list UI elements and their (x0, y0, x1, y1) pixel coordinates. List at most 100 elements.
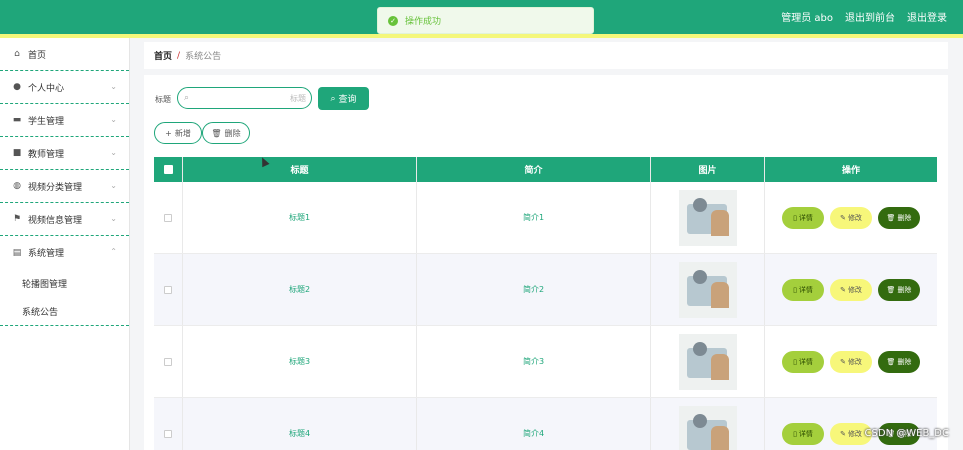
chevron-up-icon: ⌃ (110, 247, 117, 256)
chevron-down-icon: ⌄ (110, 115, 117, 124)
search-icon: ⌕ (184, 93, 190, 103)
detail-button[interactable]: ▯ 详情 (782, 278, 824, 301)
row-checkbox[interactable] (154, 182, 183, 253)
table-header: 标题 简介 图片 操作 (154, 157, 937, 182)
sidebar-item-video-category[interactable]: ◍ 视频分类管理 ⌄ (0, 170, 129, 203)
delete-label: 删除 (897, 357, 912, 366)
row-image[interactable] (678, 405, 737, 450)
row-checkbox[interactable] (154, 326, 183, 397)
document-icon: ▯ (793, 213, 797, 222)
sidebar-subitem-carousel[interactable]: 轮播图管理 (0, 269, 129, 297)
sidebar: ⌂ 首页 ● 个人中心 ⌄ ▬ 学生管理 ⌄ ■ 教师管理 ⌄ ◍ 视频分类管理… (0, 38, 130, 450)
sidebar-item-label: 个人中心 (28, 83, 65, 94)
system-submenu: 轮播图管理 系统公告 (0, 269, 129, 326)
announcement-table: 标题 简介 图片 操作 标题1 简介1 ▯ 详情 ✎ 修改 🗑 删除 标题2 简介2 (154, 157, 937, 450)
edit-label: 修改 (847, 285, 862, 294)
delete-label: 删除 (897, 213, 912, 222)
trash-icon: 🗑 (886, 357, 896, 366)
edit-label: 修改 (847, 357, 862, 366)
breadcrumb: 首页 / 系统公告 (144, 42, 948, 69)
table-row: 标题1 简介1 ▯ 详情 ✎ 修改 🗑 删除 (154, 182, 937, 254)
logout-link[interactable]: 退出登录 (907, 9, 947, 24)
row-title: 标题1 (288, 213, 311, 222)
row-intro: 简介3 (522, 357, 545, 366)
batch-delete-button[interactable]: 🗑 删除 (202, 122, 250, 144)
row-intro: 简介1 (522, 213, 545, 222)
chevron-down-icon: ⌄ (110, 214, 117, 223)
mic-icon: ◍ (13, 181, 21, 191)
row-title: 标题3 (288, 357, 311, 366)
search-icon: ⌕ (330, 93, 336, 104)
row-image[interactable] (678, 333, 737, 390)
folder-icon: ▬ (12, 115, 22, 125)
search-input[interactable] (196, 91, 306, 106)
sidebar-item-profile[interactable]: ● 个人中心 ⌄ (0, 71, 129, 104)
main-content: 标题 ⌕ ⌕ 查询 + 新增 🗑 删除 标题 简介 图片 操作 标题1 简介1 (144, 75, 948, 450)
table-body: 标题1 简介1 ▯ 详情 ✎ 修改 🗑 删除 标题2 简介2 ▯ 详情 ✎ 修改 🗑 删除 (154, 182, 937, 450)
row-checkbox[interactable] (154, 398, 183, 450)
detail-label: 详情 (798, 285, 813, 294)
header-links: 管理员 abo 退出到前台 退出登录 (781, 9, 947, 24)
header-intro: 简介 (417, 157, 651, 182)
trash-icon: 🗑 (886, 213, 896, 222)
watermark: CSDN @WEB_DC (864, 428, 949, 439)
detail-label: 详情 (798, 429, 813, 438)
document-icon: ▯ (793, 285, 797, 294)
edit-label: 修改 (847, 429, 862, 438)
sidebar-item-label: 首页 (28, 50, 47, 61)
monitor-icon: ■ (12, 148, 22, 158)
success-toast: ✓ 操作成功 (377, 7, 594, 34)
sidebar-item-teachers[interactable]: ■ 教师管理 ⌄ (0, 137, 129, 170)
document-icon: ▯ (793, 357, 797, 366)
query-button[interactable]: ⌕ 查询 (318, 87, 369, 110)
breadcrumb-current: 系统公告 (185, 52, 222, 62)
header-title: 标题 (183, 157, 417, 182)
edit-label: 修改 (847, 213, 862, 222)
sidebar-item-video-info[interactable]: ⚑ 视频信息管理 ⌄ (0, 203, 129, 236)
detail-button[interactable]: ▯ 详情 (782, 206, 824, 229)
checkbox-box (164, 357, 172, 366)
breadcrumb-home[interactable]: 首页 (154, 49, 172, 62)
pencil-icon: ✎ (840, 357, 846, 366)
chevron-down-icon: ⌄ (110, 181, 117, 190)
delete-button[interactable]: 🗑 删除 (878, 206, 920, 229)
table-row: 标题4 简介4 ▯ 详情 ✎ 修改 🗑 删除 (154, 398, 937, 450)
trash-icon: 🗑 (886, 285, 896, 294)
header-accent-stripe (0, 34, 963, 38)
detail-button[interactable]: ▯ 详情 (782, 422, 824, 445)
table-row: 标题3 简介3 ▯ 详情 ✎ 修改 🗑 删除 (154, 326, 937, 398)
search-box: ⌕ (177, 87, 312, 109)
sidebar-item-label: 学生管理 (28, 116, 65, 127)
row-image[interactable] (678, 261, 737, 318)
edit-button[interactable]: ✎ 修改 (830, 206, 872, 229)
plus-icon: + (165, 128, 172, 138)
detail-button[interactable]: ▯ 详情 (782, 350, 824, 373)
breadcrumb-separator: / (177, 50, 181, 61)
checkbox-box (164, 429, 172, 438)
select-all-checkbox[interactable] (154, 157, 183, 182)
add-button[interactable]: + 新增 (154, 122, 202, 144)
pencil-icon: ✎ (840, 429, 846, 438)
home-icon: ⌂ (14, 49, 20, 59)
row-checkbox[interactable] (154, 254, 183, 325)
edit-button[interactable]: ✎ 修改 (830, 350, 872, 373)
sidebar-item-system[interactable]: ▤ 系统管理 ⌃ (0, 236, 129, 269)
row-intro: 简介2 (522, 285, 545, 294)
delete-button[interactable]: 🗑 删除 (878, 278, 920, 301)
clipboard-icon: ▤ (12, 247, 22, 258)
sidebar-item-home[interactable]: ⌂ 首页 (0, 38, 129, 71)
sidebar-item-label: 教师管理 (28, 149, 65, 160)
delete-button[interactable]: 🗑 删除 (878, 350, 920, 373)
sidebar-item-students[interactable]: ▬ 学生管理 ⌄ (0, 104, 129, 137)
row-title: 标题2 (288, 285, 311, 294)
back-to-front-link[interactable]: 退出到前台 (845, 9, 895, 24)
current-user: 管理员 abo (781, 13, 833, 24)
checkbox-box (164, 213, 172, 222)
sidebar-subitem-announcements[interactable]: 系统公告 (0, 297, 129, 325)
row-image[interactable] (678, 189, 737, 246)
user-icon: ● (13, 82, 21, 92)
edit-button[interactable]: ✎ 修改 (830, 278, 872, 301)
flag-icon: ⚑ (12, 214, 22, 224)
header-image: 图片 (651, 157, 765, 182)
delete-label: 删除 (897, 285, 912, 294)
